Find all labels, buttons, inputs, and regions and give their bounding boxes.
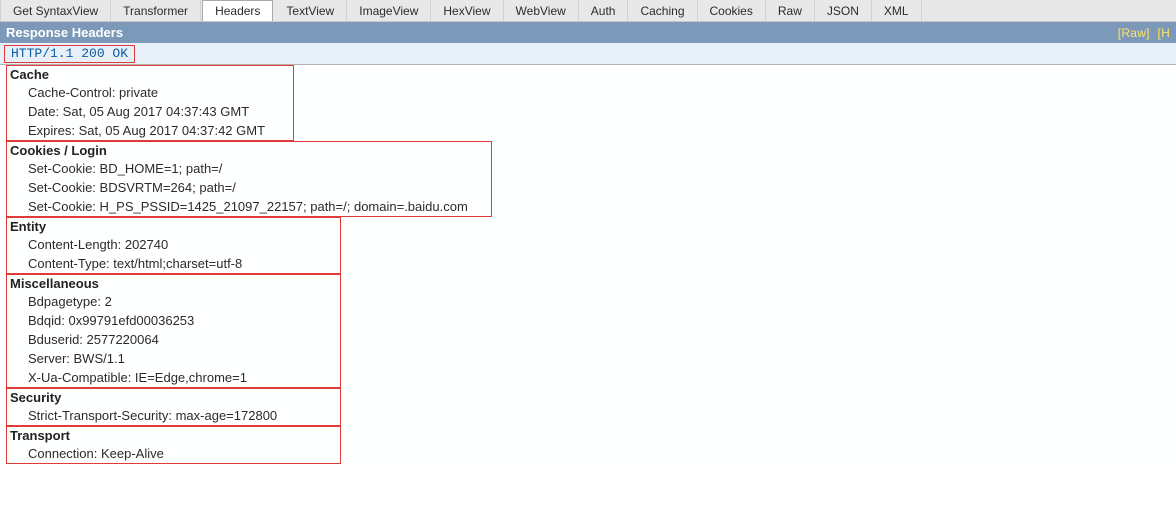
- tab-xml[interactable]: XML: [872, 0, 922, 21]
- header-group: SecurityStrict-Transport-Security: max-a…: [0, 388, 1176, 426]
- inspector-tabs: Get SyntaxView Transformer Headers TextV…: [0, 0, 1176, 22]
- status-line-row: HTTP/1.1 200 OK: [0, 43, 1176, 65]
- header-item[interactable]: Expires: Sat, 05 Aug 2017 04:37:42 GMT: [10, 121, 1176, 140]
- header-group: EntityContent-Length: 202740Content-Type…: [0, 217, 1176, 274]
- header-item[interactable]: Cache-Control: private: [10, 83, 1176, 102]
- link-raw[interactable]: [Raw]: [1118, 26, 1150, 40]
- header-item[interactable]: Set-Cookie: H_PS_PSSID=1425_21097_22157;…: [10, 197, 1176, 216]
- link-header-defs[interactable]: [H: [1157, 26, 1170, 40]
- tab-imageview[interactable]: ImageView: [347, 0, 431, 21]
- header-item[interactable]: Content-Length: 202740: [10, 235, 1176, 254]
- header-item[interactable]: Date: Sat, 05 Aug 2017 04:37:43 GMT: [10, 102, 1176, 121]
- tab-textview[interactable]: TextView: [274, 0, 347, 21]
- headers-content: CacheCache-Control: privateDate: Sat, 05…: [0, 65, 1176, 464]
- header-group: TransportConnection: Keep-Alive: [0, 426, 1176, 464]
- tab-auth[interactable]: Auth: [579, 0, 629, 21]
- tab-raw[interactable]: Raw: [766, 0, 815, 21]
- response-headers-title: Response Headers: [6, 25, 123, 40]
- response-headers-bar: Response Headers [Raw] [H: [0, 22, 1176, 43]
- response-headers-links: [Raw] [H: [1118, 25, 1170, 40]
- header-group-title[interactable]: Security: [10, 388, 1176, 406]
- header-item[interactable]: Connection: Keep-Alive: [10, 444, 1176, 463]
- header-group-title[interactable]: Entity: [10, 217, 1176, 235]
- tab-transformer[interactable]: Transformer: [111, 0, 201, 21]
- tab-webview[interactable]: WebView: [504, 0, 579, 21]
- tab-headers[interactable]: Headers: [202, 0, 273, 21]
- header-item[interactable]: Server: BWS/1.1: [10, 349, 1176, 368]
- header-group: MiscellaneousBdpagetype: 2Bdqid: 0x99791…: [0, 274, 1176, 388]
- header-item[interactable]: X-Ua-Compatible: IE=Edge,chrome=1: [10, 368, 1176, 387]
- header-item[interactable]: Set-Cookie: BDSVRTM=264; path=/: [10, 178, 1176, 197]
- header-group: Cookies / LoginSet-Cookie: BD_HOME=1; pa…: [0, 141, 1176, 217]
- header-group-title[interactable]: Miscellaneous: [10, 274, 1176, 292]
- header-item[interactable]: Content-Type: text/html;charset=utf-8: [10, 254, 1176, 273]
- header-group-title[interactable]: Cookies / Login: [10, 141, 1176, 159]
- header-group: CacheCache-Control: privateDate: Sat, 05…: [0, 65, 1176, 141]
- tab-caching[interactable]: Caching: [628, 0, 697, 21]
- header-group-title[interactable]: Cache: [10, 65, 1176, 83]
- http-status-line: HTTP/1.1 200 OK: [4, 45, 135, 63]
- header-item[interactable]: Set-Cookie: BD_HOME=1; path=/: [10, 159, 1176, 178]
- header-group-title[interactable]: Transport: [10, 426, 1176, 444]
- header-item[interactable]: Bduserid: 2577220064: [10, 330, 1176, 349]
- header-item[interactable]: Bdpagetype: 2: [10, 292, 1176, 311]
- tab-json[interactable]: JSON: [815, 0, 872, 21]
- tab-cookies[interactable]: Cookies: [698, 0, 766, 21]
- header-item[interactable]: Bdqid: 0x99791efd00036253: [10, 311, 1176, 330]
- header-item[interactable]: Strict-Transport-Security: max-age=17280…: [10, 406, 1176, 425]
- tab-get-syntaxview[interactable]: Get SyntaxView: [0, 0, 111, 21]
- tab-hexview[interactable]: HexView: [431, 0, 503, 21]
